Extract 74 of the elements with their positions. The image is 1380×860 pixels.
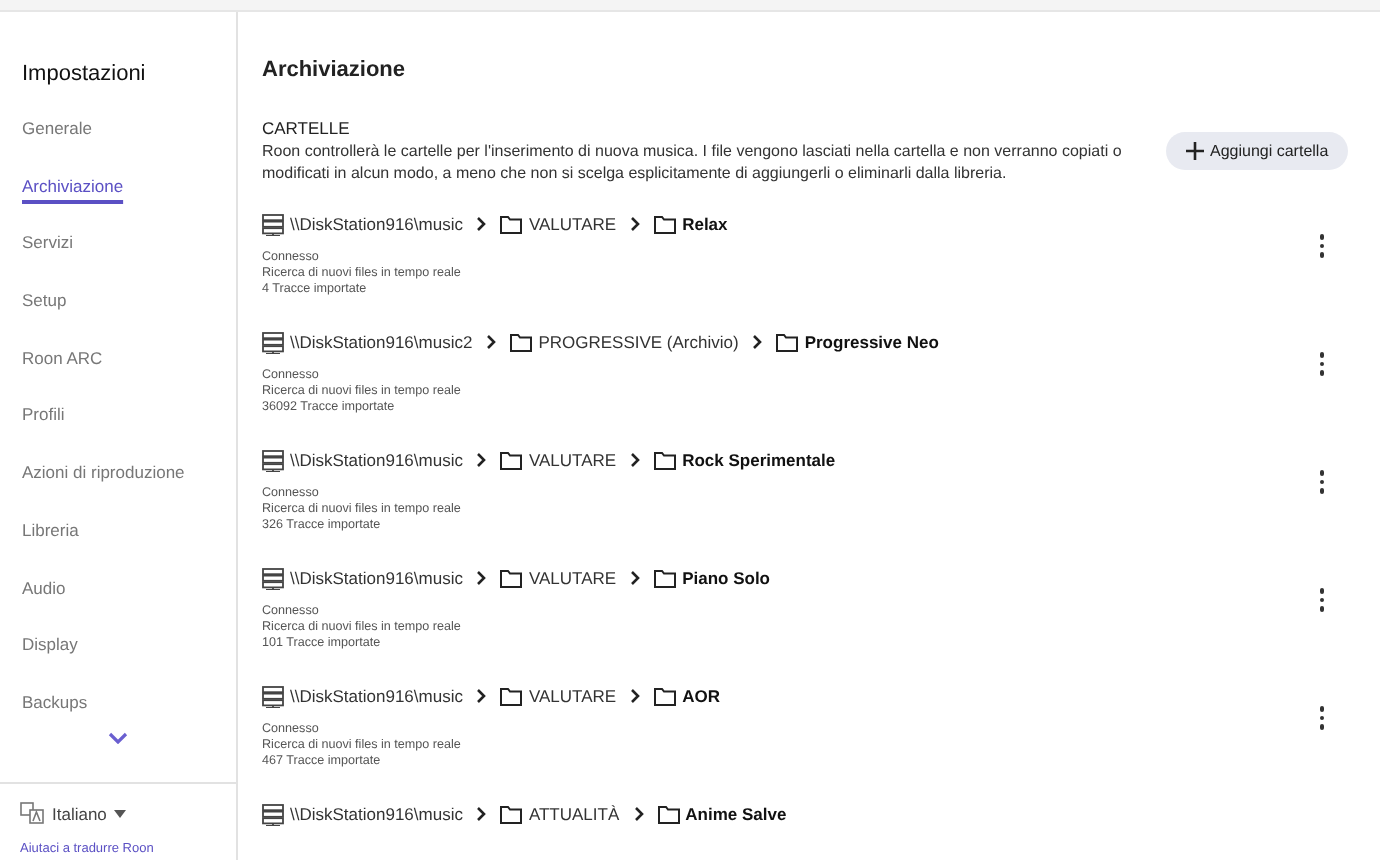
share-path: \\DiskStation916\music xyxy=(290,686,463,706)
chevron-right-icon xyxy=(752,334,763,350)
sidebar-item[interactable]: Libreria xyxy=(22,515,79,573)
folder-name: Anime Salve xyxy=(685,804,787,824)
chevron-right-icon xyxy=(476,806,487,822)
sidebar-item[interactable]: Servizi xyxy=(22,228,74,287)
caret-icon xyxy=(114,809,127,817)
plus-icon xyxy=(1186,142,1204,160)
folder-name: VALUTARE xyxy=(528,450,617,470)
chevron-right-icon xyxy=(630,688,641,704)
translate-icon xyxy=(20,802,44,824)
chevron-down-icon xyxy=(108,731,128,744)
folder-name: Rock Sperimentale xyxy=(682,450,836,470)
server-icon xyxy=(262,213,284,235)
folder-name: Progressive Neo xyxy=(804,332,939,352)
folder-icon xyxy=(776,332,799,352)
sidebar-item[interactable]: Archiviazione xyxy=(22,171,124,229)
more-options-icon[interactable] xyxy=(1315,230,1328,261)
chevron-right-icon xyxy=(630,216,641,232)
folder-icon xyxy=(500,568,523,588)
add-folder-button[interactable]: Aggiungi cartella xyxy=(1166,132,1349,170)
folder-icon xyxy=(654,686,677,706)
sidebar-item[interactable]: Roon ARC xyxy=(22,343,103,401)
folder-icon xyxy=(510,332,533,352)
chevron-right-icon xyxy=(630,570,641,586)
folder-icon xyxy=(654,568,677,588)
share-path: \\DiskStation916\music xyxy=(290,568,463,588)
sidebar-item[interactable]: Backups xyxy=(22,687,88,746)
sidebar-item[interactable]: Azioni di riproduzione xyxy=(22,458,185,516)
sidebar-item[interactable]: Generale xyxy=(22,114,92,172)
folder-icon xyxy=(500,450,523,470)
sidebar-item[interactable]: Setup xyxy=(22,286,67,344)
chevron-right-icon xyxy=(476,452,487,468)
share-path: \\DiskStation916\music xyxy=(290,804,463,824)
folder-icon xyxy=(500,214,523,234)
chevron-right-icon xyxy=(476,570,487,586)
folder-name: VALUTARE xyxy=(528,214,617,234)
section-heading: CARTELLE xyxy=(262,118,350,138)
sidebar-title: Impostazioni xyxy=(22,62,146,86)
sidebar-item[interactable]: Profili xyxy=(22,400,65,459)
sidebar-item[interactable]: Audio xyxy=(22,573,66,631)
folder-icon xyxy=(500,686,523,706)
chevron-right-icon xyxy=(633,806,644,822)
section-description: Roon controllerà le cartelle per l'inserimento di nuova musica. I file vengono lasciati nella cartella e non verranno copiati o modificati in alcun modo, a meno che non si scelga esplicitamente di aggiungerli o eliminarli dalla libreria. xyxy=(262,140,1124,184)
folder-icon xyxy=(657,804,680,824)
chevron-right-icon xyxy=(486,334,497,350)
chevron-right-icon xyxy=(476,216,487,232)
more-options-icon[interactable] xyxy=(1315,584,1328,615)
chevron-right-icon xyxy=(630,452,641,468)
share-path: \\DiskStation916\music xyxy=(290,214,463,234)
folder-icon xyxy=(500,804,523,824)
folder-name: Piano Solo xyxy=(682,568,770,588)
server-icon xyxy=(262,803,284,825)
chevron-right-icon xyxy=(476,688,487,704)
page-title: Archiviazione xyxy=(262,58,406,82)
server-icon xyxy=(262,567,284,589)
share-path: \\DiskStation916\music2 xyxy=(290,332,473,352)
more-options-icon[interactable] xyxy=(1315,348,1328,379)
more-options-icon[interactable] xyxy=(1315,702,1328,733)
folder-name: AOR xyxy=(682,686,720,706)
language-selector[interactable]: Italiano xyxy=(20,802,127,824)
sidebar-item[interactable]: Display xyxy=(22,630,78,688)
more-options-icon[interactable] xyxy=(1315,466,1328,497)
folder-name: ATTUALITÀ xyxy=(528,804,620,824)
server-icon xyxy=(262,685,284,707)
server-icon xyxy=(262,449,284,471)
server-icon xyxy=(262,331,284,353)
folder-name: VALUTARE xyxy=(528,686,617,706)
folder-icon xyxy=(654,214,677,234)
folder-icon xyxy=(654,450,677,470)
folder-name: VALUTARE xyxy=(528,568,617,588)
folder-name: PROGRESSIVE (Archivio) xyxy=(538,332,739,352)
share-path: \\DiskStation916\music xyxy=(290,450,463,470)
folder-name: Relax xyxy=(682,214,728,234)
